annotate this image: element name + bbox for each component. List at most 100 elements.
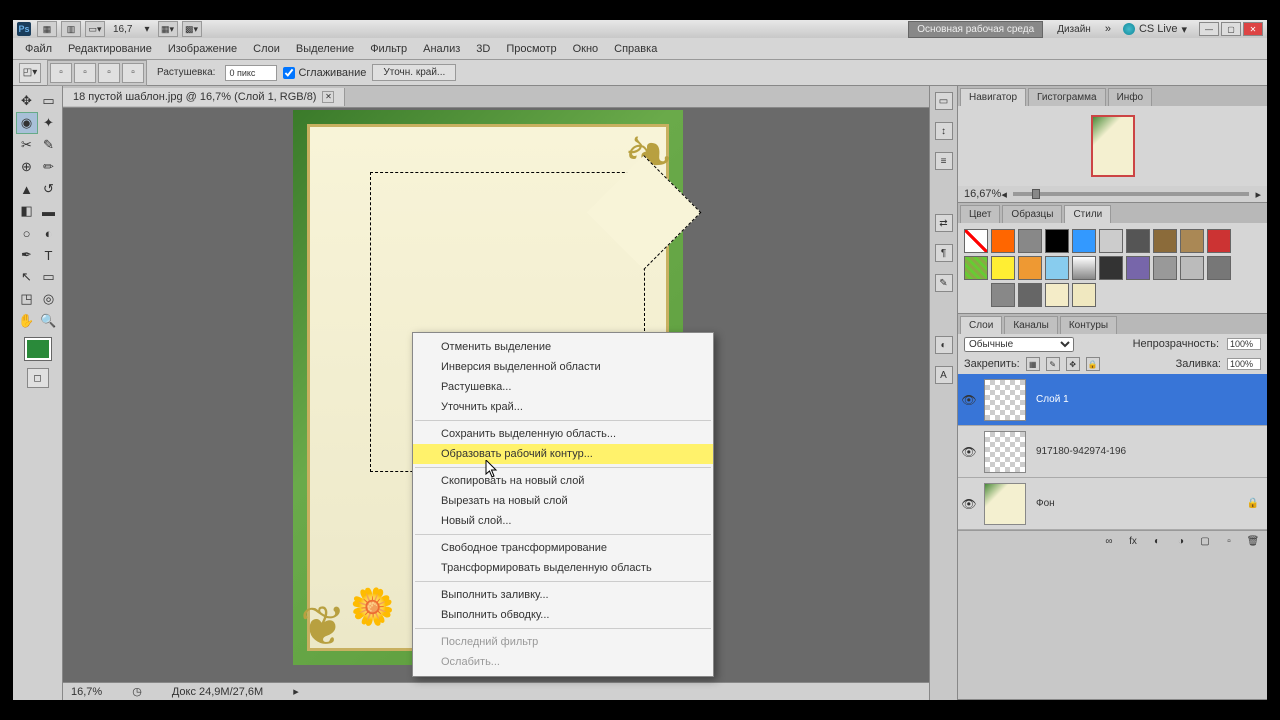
close-button[interactable]: ✕ xyxy=(1243,22,1263,36)
hand-tool[interactable]: ✋ xyxy=(16,310,38,332)
swatch[interactable] xyxy=(964,256,988,280)
context-item[interactable]: Инверсия выделенной области xyxy=(413,357,713,377)
status-arrow-icon[interactable]: ▸ xyxy=(293,685,299,698)
workspace-button[interactable]: Основная рабочая среда xyxy=(908,21,1043,38)
dodge-tool[interactable]: ◐ xyxy=(38,222,60,244)
foreground-color[interactable] xyxy=(25,338,51,360)
menu-Изображение[interactable]: Изображение xyxy=(160,40,245,58)
menu-Выделение[interactable]: Выделение xyxy=(288,40,362,58)
menu-Окно[interactable]: Окно xyxy=(565,40,607,58)
shape-tool[interactable]: ▭ xyxy=(38,266,60,288)
swatch[interactable] xyxy=(1207,256,1231,280)
visibility-icon[interactable]: 👁 xyxy=(958,445,980,459)
brush-tool[interactable]: ✏ xyxy=(38,156,60,178)
swatch[interactable] xyxy=(1207,229,1231,253)
swatch[interactable] xyxy=(991,283,1015,307)
link-layers-icon[interactable]: ∞ xyxy=(1101,535,1117,549)
tab-close-icon[interactable]: ✕ xyxy=(322,91,334,103)
layer-group-icon[interactable]: ▢ xyxy=(1197,535,1213,549)
tab-Слои[interactable]: Слои xyxy=(960,316,1002,334)
swatch[interactable] xyxy=(1126,256,1150,280)
layer-row[interactable]: 👁Фон🔒 xyxy=(958,478,1267,530)
document-tab[interactable]: 18 пустой шаблон.jpg @ 16,7% (Слой 1, RG… xyxy=(63,88,345,106)
swatch[interactable] xyxy=(1180,229,1204,253)
type-tool[interactable]: T xyxy=(38,244,60,266)
crop-tool[interactable]: ✂ xyxy=(16,134,38,156)
zoom-slider-thumb[interactable] xyxy=(1032,189,1040,199)
swatch[interactable] xyxy=(1018,229,1042,253)
context-item[interactable]: Скопировать на новый слой xyxy=(413,471,713,491)
fill-input[interactable] xyxy=(1227,358,1261,370)
intersect-selection-icon[interactable]: ▫ xyxy=(122,63,144,83)
heal-tool[interactable]: ⊕ xyxy=(16,156,38,178)
menu-Анализ[interactable]: Анализ xyxy=(415,40,468,58)
bridge-icon[interactable]: ▦ xyxy=(37,21,57,37)
lock-paint-icon[interactable]: ✎ xyxy=(1046,357,1060,371)
opacity-input[interactable] xyxy=(1227,338,1261,350)
swatch[interactable] xyxy=(1153,229,1177,253)
zoom-in-icon[interactable]: ▸ xyxy=(1255,188,1261,201)
screen-mode-icon[interactable]: ▦▾ xyxy=(158,21,178,37)
swatch[interactable] xyxy=(1099,256,1123,280)
swatch[interactable] xyxy=(991,229,1015,253)
context-item[interactable]: Уточнить край... xyxy=(413,397,713,417)
blur-tool[interactable]: ○ xyxy=(16,222,38,244)
layer-mask-icon[interactable]: ◐ xyxy=(1149,535,1165,549)
add-selection-icon[interactable]: ▫ xyxy=(74,63,96,83)
menu-Редактирование[interactable]: Редактирование xyxy=(60,40,160,58)
3d-tool[interactable]: ◳ xyxy=(16,288,38,310)
3d-camera-tool[interactable]: ◎ xyxy=(38,288,60,310)
gradient-tool[interactable]: ▬ xyxy=(38,200,60,222)
antialias-checkbox[interactable]: Сглаживание xyxy=(283,67,366,79)
swatch[interactable] xyxy=(1072,256,1096,280)
new-selection-icon[interactable]: ▫ xyxy=(50,63,72,83)
maximize-button[interactable]: ▢ xyxy=(1221,22,1241,36)
path-tool[interactable]: ↖ xyxy=(16,266,38,288)
swatch[interactable] xyxy=(964,229,988,253)
menu-Файл[interactable]: Файл xyxy=(17,40,60,58)
arrange-icon[interactable]: ▭▾ xyxy=(85,21,105,37)
move-tool[interactable]: ✥ xyxy=(16,90,38,112)
swatch[interactable] xyxy=(1045,229,1069,253)
visibility-icon[interactable]: 👁 xyxy=(958,393,980,407)
context-item[interactable]: Новый слой... xyxy=(413,511,713,531)
cslive-button[interactable]: CS Live▾ xyxy=(1117,23,1193,36)
eyedropper-tool[interactable]: ✎ xyxy=(38,134,60,156)
menu-Справка[interactable]: Справка xyxy=(606,40,665,58)
layer-row[interactable]: 👁917180-942974-196 xyxy=(958,426,1267,478)
swatch[interactable] xyxy=(1180,256,1204,280)
context-item[interactable]: Растушевка... xyxy=(413,377,713,397)
context-item[interactable]: Трансформировать выделенную область xyxy=(413,558,713,578)
lock-position-icon[interactable]: ✥ xyxy=(1066,357,1080,371)
minimize-button[interactable]: — xyxy=(1199,22,1219,36)
new-layer-icon[interactable]: ▫ xyxy=(1221,535,1237,549)
swatch[interactable] xyxy=(1018,283,1042,307)
stamp-tool[interactable]: ▲ xyxy=(16,178,38,200)
delete-layer-icon[interactable]: 🗑 xyxy=(1245,535,1261,549)
menu-Фильтр[interactable]: Фильтр xyxy=(362,40,415,58)
zoom-tool[interactable]: 🔍 xyxy=(38,310,60,332)
tab-Инфо[interactable]: Инфо xyxy=(1108,88,1153,106)
swatch[interactable] xyxy=(1099,229,1123,253)
subtract-selection-icon[interactable]: ▫ xyxy=(98,63,120,83)
refine-edge-button[interactable]: Уточн. край... xyxy=(372,64,456,81)
status-zoom[interactable]: 16,7% xyxy=(71,686,102,698)
tab-Гистограмма[interactable]: Гистограмма xyxy=(1028,88,1106,106)
feather-input[interactable] xyxy=(225,65,277,81)
marquee-tool[interactable]: ▭ xyxy=(38,90,60,112)
lock-transparency-icon[interactable]: ▦ xyxy=(1026,357,1040,371)
tab-Образцы[interactable]: Образцы xyxy=(1002,205,1062,223)
swatch[interactable] xyxy=(991,256,1015,280)
swatch[interactable] xyxy=(1018,256,1042,280)
dock-icon-3[interactable]: ≡ xyxy=(935,152,953,170)
design-link[interactable]: Дизайн xyxy=(1049,24,1099,35)
dock-icon-6[interactable]: ✎ xyxy=(935,274,953,292)
swatch[interactable] xyxy=(1126,229,1150,253)
context-item[interactable]: Выполнить заливку... xyxy=(413,585,713,605)
dock-icon-8[interactable]: A xyxy=(935,366,953,384)
swatch[interactable] xyxy=(1045,256,1069,280)
dock-icon-4[interactable]: ⇄ xyxy=(935,214,953,232)
blend-mode-select[interactable]: Обычные xyxy=(964,337,1074,352)
context-item[interactable]: Отменить выделение xyxy=(413,337,713,357)
tab-Навигатор[interactable]: Навигатор xyxy=(960,88,1026,106)
